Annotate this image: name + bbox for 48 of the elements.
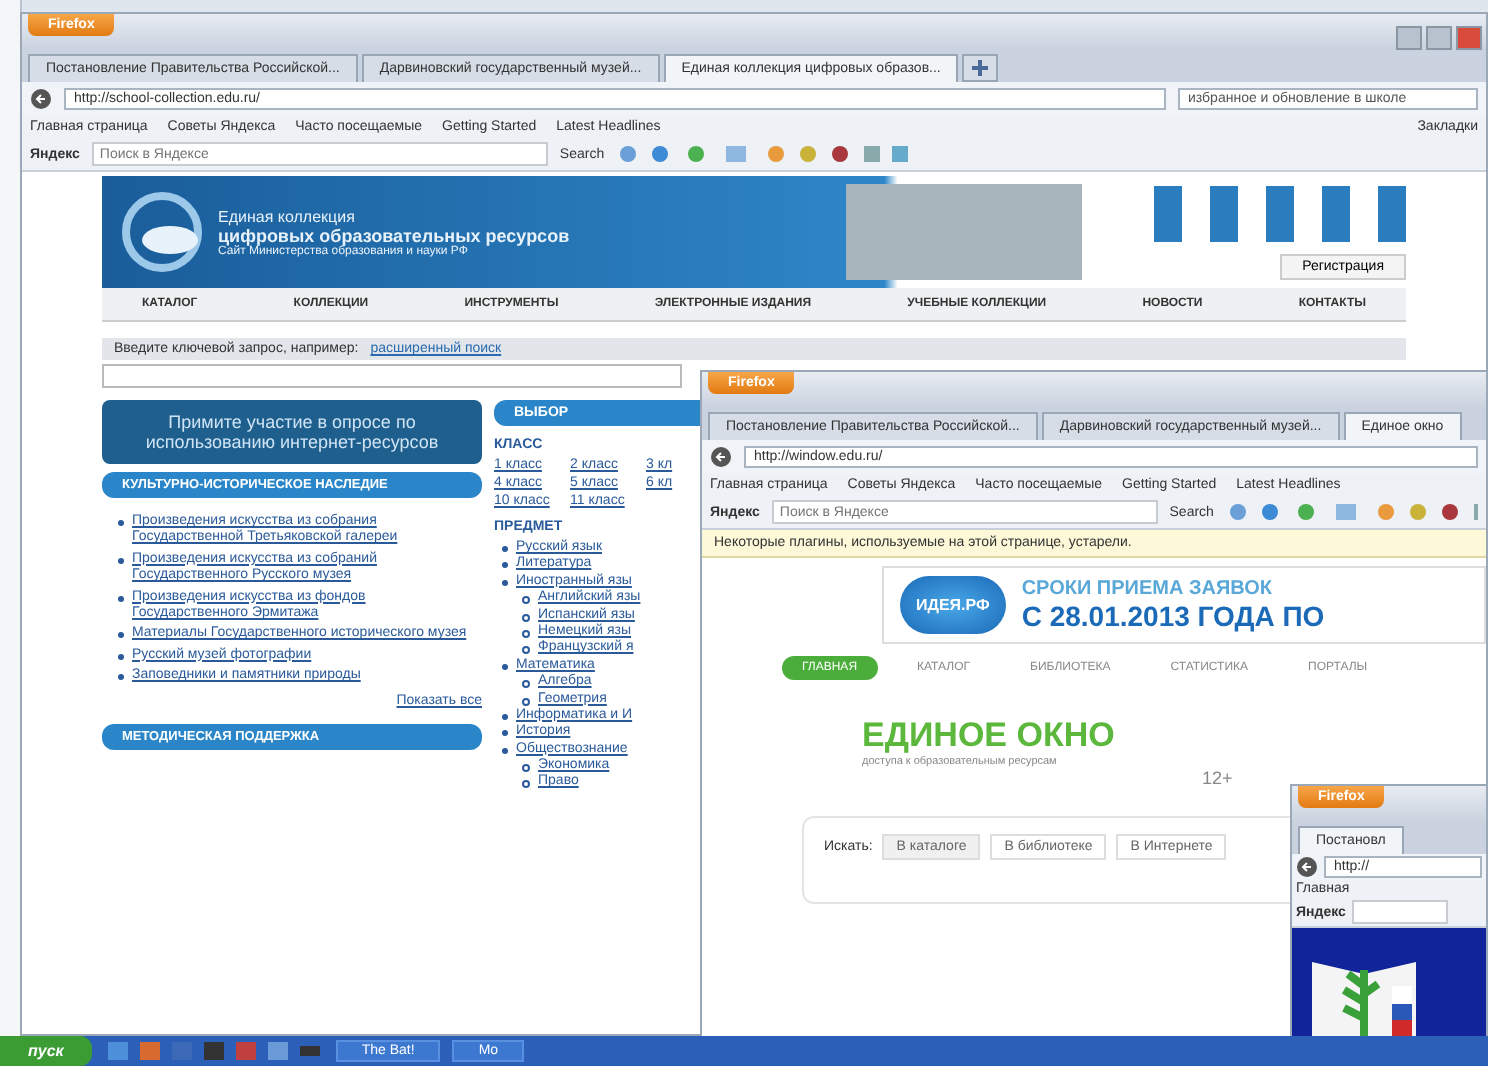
bullet-icon [502, 579, 508, 586]
site-subtitle: цифровых образовательных ресурсов [218, 225, 572, 245]
quick-launch-icons-drawing[interactable] [103, 1040, 324, 1062]
promo-date: С 28.01.2013 ГОДА ПО [1021, 600, 1325, 632]
survey-banner[interactable]: Примите участие в опросе по использованию интернет-ресурсов [102, 400, 482, 464]
back-icon[interactable] [710, 446, 732, 468]
bullet-icon [502, 562, 508, 569]
header-tile[interactable] [1378, 185, 1406, 241]
promo-logo: ИДЕЯ.РФ [900, 576, 1006, 634]
bullet-icon [118, 595, 124, 602]
bullet-icon [522, 680, 530, 689]
promo-text: СРОКИ ПРИЕМА ЗАЯВОК [1021, 578, 1275, 600]
cloud-logo-icon [122, 192, 202, 272]
bullet-icon [522, 780, 530, 789]
start-button[interactable]: пуск [0, 1036, 92, 1066]
site-title: Единая коллекция [218, 207, 355, 225]
back-icon[interactable] [1296, 856, 1318, 878]
bullet-icon [118, 632, 124, 639]
search-input[interactable] [102, 364, 682, 388]
bullet-icon [118, 674, 124, 681]
header-tile[interactable] [1322, 185, 1350, 241]
new-tab-icon[interactable] [962, 54, 999, 82]
bullet-icon [522, 629, 530, 638]
header-tile[interactable] [1154, 185, 1182, 241]
maximize-icon[interactable] [1426, 26, 1452, 50]
bullet-icon [118, 653, 124, 660]
toolbar-icons-drawing[interactable] [1225, 502, 1478, 522]
bullet-icon [502, 713, 508, 720]
search-input[interactable] [1351, 900, 1448, 924]
bullet-icon [522, 596, 530, 605]
bullet-icon [522, 697, 530, 706]
bullet-icon [502, 730, 508, 737]
bullet-icon [522, 646, 530, 655]
age-rating: 12+ [1202, 768, 1235, 788]
bullet-icon [118, 520, 124, 526]
site-title: ЕДИНОЕ ОКНО [862, 716, 1117, 756]
bullet-icon [502, 663, 508, 670]
close-icon[interactable] [1456, 26, 1482, 50]
promo-banner[interactable]: ИДЕЯ.РФ СРОКИ ПРИЕМА ЗАЯВОК С 28.01.2013 ГОДА ПО [882, 566, 1486, 644]
back-icon[interactable] [30, 88, 52, 110]
minimize-icon[interactable] [1396, 26, 1422, 50]
header-tile[interactable] [1266, 185, 1294, 241]
header-tile[interactable] [1210, 185, 1238, 241]
bullet-icon [522, 764, 530, 773]
bullet-icon [502, 546, 508, 552]
bullet-icon [118, 557, 124, 564]
bullet-icon [522, 613, 530, 622]
bullet-icon [502, 747, 508, 754]
